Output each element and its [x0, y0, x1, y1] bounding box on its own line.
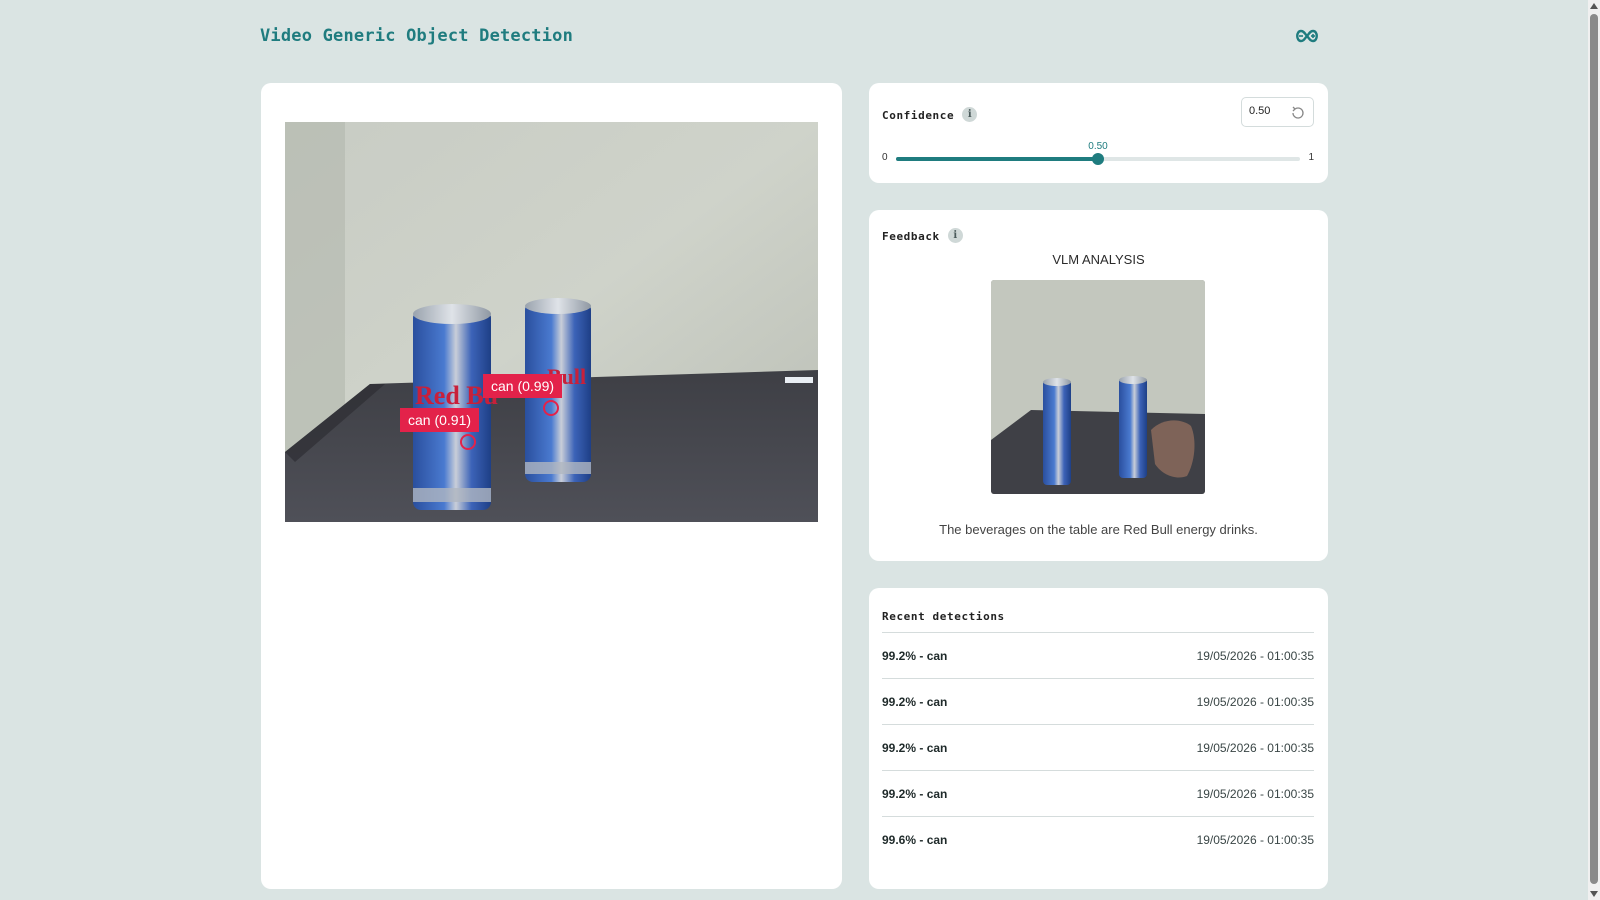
list-item: 99.2% - can 19/05/2026 - 01:00:35 [882, 724, 1314, 770]
vlm-analysis-image [991, 280, 1205, 494]
detection-timestamp: 19/05/2026 - 01:00:35 [1196, 694, 1314, 709]
reset-icon[interactable] [1290, 105, 1306, 121]
scroll-up-icon[interactable] [1590, 3, 1598, 9]
slider-value-bubble: 0.50 [1088, 141, 1108, 152]
detection-timestamp: 19/05/2026 - 01:00:35 [1196, 832, 1314, 847]
detection-summary: 99.6% - can [882, 832, 948, 847]
list-item: 99.6% - can 19/05/2026 - 01:00:35 [882, 816, 1314, 862]
page-scrollbar[interactable] [1588, 0, 1600, 900]
detection-timestamp: 19/05/2026 - 01:00:35 [1196, 648, 1314, 663]
detection-timestamp: 19/05/2026 - 01:00:35 [1196, 786, 1314, 801]
recent-detections-list: 99.2% - can 19/05/2026 - 01:00:35 99.2% … [882, 632, 1314, 862]
list-item: 99.2% - can 19/05/2026 - 01:00:35 [882, 632, 1314, 678]
confidence-header: Confidence i [882, 104, 978, 123]
video-frame-image: Red Bu Bull [285, 122, 818, 522]
detection-summary: 99.2% - can [882, 694, 948, 709]
slider-min-label: 0 [882, 152, 888, 163]
detection-point [543, 400, 559, 416]
vlm-analysis-text: The beverages on the table are Red Bull … [939, 522, 1258, 537]
slider-max-label: 1 [1308, 152, 1314, 163]
recent-detections-panel: Recent detections 99.2% - can 19/05/2026… [869, 588, 1328, 889]
video-panel: Red Bu Bull can (0.99) can (0.91) [261, 83, 842, 889]
detection-summary: 99.2% - can [882, 648, 948, 663]
detection-point [460, 434, 476, 450]
slider-thumb[interactable] [1092, 153, 1104, 165]
detection-label: can (0.99) [483, 374, 563, 398]
list-item: 99.2% - can 19/05/2026 - 01:00:35 [882, 770, 1314, 816]
feedback-header: Feedback i [882, 225, 963, 244]
detection-timestamp: 19/05/2026 - 01:00:35 [1196, 740, 1314, 755]
scroll-down-icon[interactable] [1590, 891, 1598, 897]
detection-label: can (0.91) [400, 408, 480, 432]
scrollbar-thumb[interactable] [1590, 14, 1598, 884]
recent-detections-title: Recent detections [882, 610, 1005, 623]
confidence-panel: Confidence i 0.50 0 1 0.50 [869, 83, 1328, 183]
recent-header: Recent detections [882, 605, 1005, 624]
video-stream: Red Bu Bull can (0.99) can (0.91) [285, 122, 818, 522]
slider-fill [896, 157, 1098, 161]
feedback-panel: Feedback i VLM ANALYSIS The beverages on … [869, 210, 1328, 561]
confidence-title: Confidence [882, 109, 955, 122]
detection-summary: 99.2% - can [882, 740, 948, 755]
vlm-title: VLM ANALYSIS [1052, 252, 1145, 267]
list-item: 99.2% - can 19/05/2026 - 01:00:35 [882, 678, 1314, 724]
info-icon[interactable]: i [962, 107, 978, 122]
page-title: Video Generic Object Detection [260, 26, 574, 46]
feedback-title: Feedback [882, 230, 940, 243]
infinity-logo-icon[interactable] [1294, 28, 1320, 44]
confidence-input[interactable]: 0.50 [1241, 97, 1314, 127]
confidence-slider[interactable]: 0.50 [896, 141, 1300, 165]
confidence-value[interactable]: 0.50 [1249, 105, 1270, 117]
info-icon[interactable]: i [947, 228, 963, 243]
detection-summary: 99.2% - can [882, 786, 948, 801]
